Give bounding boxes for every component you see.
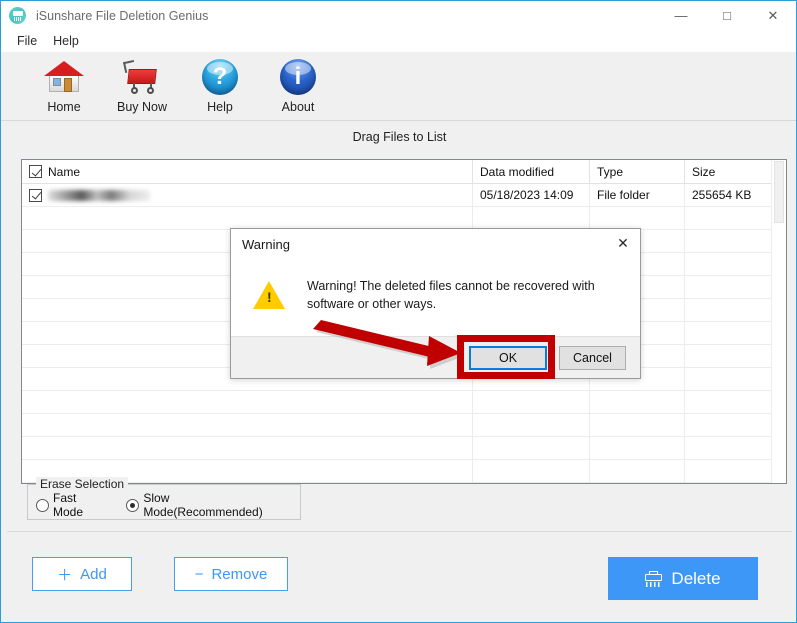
home-icon — [42, 56, 86, 98]
empty-cell — [473, 391, 590, 413]
row-type-cell: File folder — [590, 184, 685, 206]
erase-selection-group: Erase Selection Fast Mode Slow Mode(Reco… — [27, 477, 301, 520]
table-row-empty[interactable] — [22, 460, 786, 483]
drag-files-hint: Drag Files to List — [352, 130, 447, 144]
radio-fast-mode[interactable] — [36, 498, 49, 512]
add-button[interactable]: ＋ Add — [32, 557, 132, 591]
shopping-cart-icon — [120, 56, 164, 98]
close-button[interactable]: ✕ — [750, 1, 796, 30]
minimize-icon: — — [674, 8, 688, 23]
table-row-empty[interactable] — [22, 437, 786, 460]
empty-cell — [473, 207, 590, 229]
application-window: iSunshare File Deletion Genius — □ ✕ Fil… — [0, 0, 797, 623]
exclamation-glyph: ! — [267, 289, 272, 305]
empty-cell — [590, 414, 685, 436]
info-icon: i — [276, 56, 320, 98]
row-checkbox[interactable] — [29, 188, 42, 202]
maximize-button[interactable]: □ — [704, 1, 750, 30]
menu-bar: File Help — [1, 30, 796, 52]
toolbar-label-about: About — [281, 100, 315, 114]
empty-cell — [473, 437, 590, 459]
remove-button-label: Remove — [211, 565, 268, 583]
plus-icon: ＋ — [57, 566, 73, 584]
file-list-scrollbar[interactable] — [771, 160, 786, 483]
empty-cell — [22, 437, 473, 459]
dialog-message: Warning! The deleted files cannot be rec… — [307, 279, 595, 312]
toolbar-button-about[interactable]: i About — [259, 56, 337, 114]
window-title: iSunshare File Deletion Genius — [36, 8, 209, 23]
radio-label-fast-mode[interactable]: Fast Mode — [53, 491, 104, 519]
menu-item-file[interactable]: File — [9, 32, 45, 50]
empty-cell — [590, 460, 685, 482]
column-header-date-modified[interactable]: Data modified — [473, 160, 590, 183]
empty-cell — [22, 414, 473, 436]
table-row[interactable]: 05/18/2023 14:09 File folder 255654 KB — [22, 184, 786, 207]
app-shredder-icon — [9, 7, 26, 24]
cancel-button[interactable]: Cancel — [559, 346, 626, 370]
about-glyph: i — [294, 63, 302, 90]
empty-cell — [22, 207, 473, 229]
close-icon: ✕ — [617, 234, 629, 251]
help-glyph: ? — [212, 63, 228, 90]
empty-cell — [473, 460, 590, 482]
empty-cell — [590, 437, 685, 459]
row-date-modified-cell: 05/18/2023 14:09 — [473, 184, 590, 206]
column-header-name-label: Name — [48, 164, 81, 179]
file-list-header: Name Data modified Type Size — [22, 160, 786, 184]
toolbar-label-buy-now: Buy Now — [116, 100, 168, 114]
minus-icon: − — [194, 565, 204, 583]
footer-bar: ＋ Add − Remove Delete — [7, 531, 792, 617]
empty-cell — [22, 391, 473, 413]
toolbar-label-home: Home — [47, 100, 81, 114]
toolbar-button-help[interactable]: ? Help — [181, 56, 259, 114]
column-header-name[interactable]: Name — [22, 160, 473, 183]
column-header-type[interactable]: Type — [590, 160, 685, 183]
dialog-title: Warning — [242, 237, 290, 252]
empty-cell — [590, 207, 685, 229]
dialog-footer: OK Cancel — [231, 336, 640, 378]
shredder-icon — [645, 570, 663, 587]
erase-selection-legend: Erase Selection — [36, 477, 129, 491]
remove-button[interactable]: − Remove — [174, 557, 288, 591]
empty-cell — [473, 414, 590, 436]
warning-triangle-icon: ! — [253, 281, 285, 309]
row-name-cell[interactable] — [22, 184, 473, 206]
toolbar-label-help: Help — [207, 100, 233, 114]
question-mark-icon: ? — [198, 56, 242, 98]
minimize-button[interactable]: — — [658, 1, 704, 30]
select-all-checkbox[interactable] — [29, 165, 42, 178]
dialog-close-icon[interactable]: ✕ — [606, 229, 640, 257]
toolbar-button-home[interactable]: Home — [25, 56, 103, 114]
table-row-empty[interactable] — [22, 414, 786, 437]
ok-button[interactable]: OK — [469, 346, 547, 370]
toolbar-button-buy-now[interactable]: Buy Now — [103, 56, 181, 114]
window-controls: — □ ✕ — [658, 1, 796, 30]
table-row-empty[interactable] — [22, 207, 786, 230]
delete-button[interactable]: Delete — [608, 557, 758, 600]
table-row-empty[interactable] — [22, 391, 786, 414]
scrollbar-thumb[interactable] — [774, 161, 784, 223]
delete-button-label: Delete — [671, 568, 721, 588]
empty-cell — [590, 391, 685, 413]
menu-item-help[interactable]: Help — [45, 32, 87, 50]
title-bar: iSunshare File Deletion Genius — □ ✕ — [1, 1, 796, 30]
warning-dialog: Warning ✕ ! Warning! The deleted files c… — [230, 228, 641, 379]
redacted-file-name — [48, 189, 150, 201]
toolbar: Home Buy Now ? Help i About — [1, 52, 796, 121]
dialog-body: ! Warning! The deleted files cannot be r… — [231, 259, 640, 338]
radio-slow-mode[interactable] — [126, 498, 140, 512]
close-icon: ✕ — [767, 7, 779, 23]
maximize-icon: □ — [723, 8, 731, 23]
radio-label-slow-mode[interactable]: Slow Mode(Recommended) — [143, 491, 278, 519]
add-button-label: Add — [80, 565, 107, 583]
